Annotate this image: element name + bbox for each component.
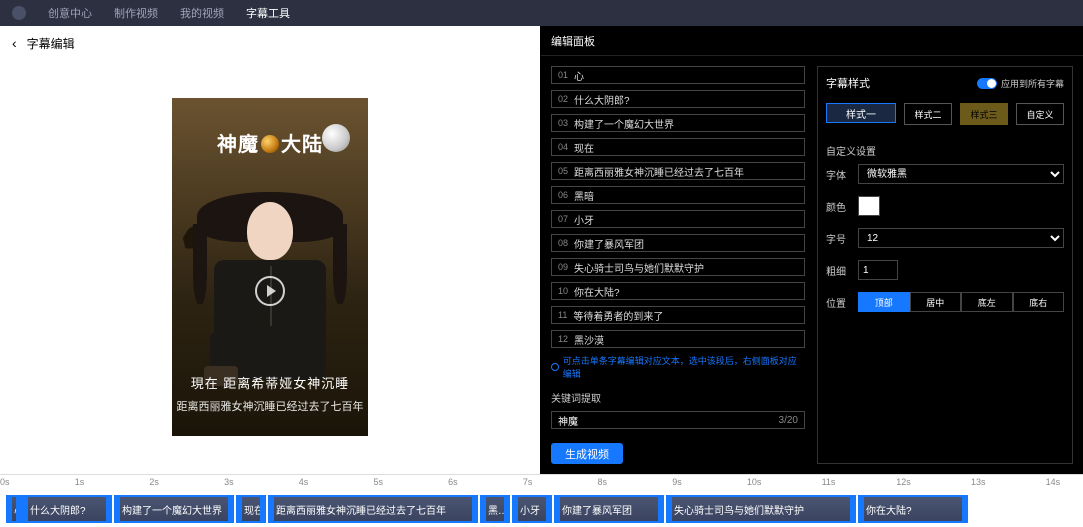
subtitle-line-5[interactable]: 06黑暗 xyxy=(551,186,805,204)
edit-panel-title: 编辑面板 xyxy=(541,26,1083,56)
keyword-input[interactable]: 神魔3/20 xyxy=(551,411,805,429)
style-panel: 字幕样式 应用到所有字幕 样式一 样式二 样式三 自定义 自定义设置 字体微软雅… xyxy=(817,66,1073,464)
color-picker[interactable] xyxy=(858,196,880,216)
subtitle-line-9[interactable]: 10你在大陆? xyxy=(551,282,805,300)
custom-section-label: 自定义设置 xyxy=(826,143,1064,158)
ruler-tick: 11s xyxy=(822,477,836,487)
logo xyxy=(12,6,26,20)
pos-3[interactable]: 底右 xyxy=(1013,292,1065,312)
color-label: 颜色 xyxy=(826,199,852,214)
size-label: 字号 xyxy=(826,231,852,246)
timeline-ruler: 0s 1s 2s 3s 4s 5s 6s 7s 8s 9s 10s 11s 12s 13s 14s xyxy=(0,474,1083,492)
pos-2[interactable]: 底左 xyxy=(961,292,1013,312)
ruler-tick: 8s xyxy=(598,477,608,487)
ruler-tick: 5s xyxy=(373,477,383,487)
video-title: 神魔大陆 xyxy=(172,128,368,157)
subtitle-line-8[interactable]: 09失心骑士司鸟与她们默默守护 xyxy=(551,258,805,276)
position-label: 位置 xyxy=(826,295,852,310)
subtitle-line-0[interactable]: 01心 xyxy=(551,66,805,84)
subtitle-line-6[interactable]: 07小牙 xyxy=(551,210,805,228)
timeline-clip-0[interactable]: 心 xyxy=(6,495,22,523)
subtitle-line-1[interactable]: 02什么大阴郎? xyxy=(551,90,805,108)
nav-tab-2[interactable]: 我的视频 xyxy=(180,5,224,21)
subtitle-line-2[interactable]: 03构建了一个魔幻大世界 xyxy=(551,114,805,132)
subtitle-list: 01心 02什么大阴郎? 03构建了一个魔幻大世界 04现在 05距离西丽雅女神沉睡已经… xyxy=(551,66,805,464)
timeline-clip-4[interactable]: 距离西丽雅女神沉睡已经过去了七百年 xyxy=(268,495,478,523)
timeline-clip-2[interactable]: 构建了一个魔幻大世界 xyxy=(114,495,234,523)
ruler-tick: 1s xyxy=(75,477,85,487)
style-option-1[interactable]: 样式二 xyxy=(904,103,952,125)
stroke-label: 粗细 xyxy=(826,263,852,278)
timeline-clip-6[interactable]: 小牙 xyxy=(512,495,552,523)
timeline-clip-3[interactable]: 现在 xyxy=(236,495,266,523)
font-select[interactable]: 微软雅黑 xyxy=(858,164,1064,184)
subtitle-line-11[interactable]: 12黑沙漠 xyxy=(551,330,805,348)
page-title: 字幕编辑 xyxy=(27,35,75,52)
timeline-clip-8[interactable]: 失心骑士司鸟与她们默默守护 xyxy=(666,495,856,523)
style-option-3[interactable]: 自定义 xyxy=(1016,103,1064,125)
subtitle-hint: 可点击单条字幕编辑对应文本，选中该段后，右侧面板对应编辑 xyxy=(551,354,805,380)
timeline-clips: 心什么大阴郎?构建了一个魔幻大世界现在距离西丽雅女神沉睡已经过去了七百年黑…小牙… xyxy=(0,495,1083,523)
back-icon[interactable]: ‹ xyxy=(12,35,17,51)
ruler-tick: 10s xyxy=(747,477,762,487)
video-preview: 神魔大陆 現在 距离希蒂娅女神沉睡 距离西丽雅女神沉睡已经过去了七百年 xyxy=(172,98,368,436)
subtitle-line-7[interactable]: 08你建了暴风军团 xyxy=(551,234,805,252)
ruler-tick: 6s xyxy=(448,477,458,487)
ruler-tick: 0s xyxy=(0,477,10,487)
style-option-2[interactable]: 样式三 xyxy=(960,103,1008,125)
nav-tab-1[interactable]: 制作视频 xyxy=(114,5,158,21)
position-group: 顶部 居中 底左 底右 xyxy=(858,292,1064,312)
timeline: 0s 1s 2s 3s 4s 5s 6s 7s 8s 9s 10s 11s 12s 13s 14s 心什么大… xyxy=(0,474,1083,527)
style-option-0[interactable]: 样式一 xyxy=(826,103,896,123)
apply-all-toggle[interactable]: 应用到所有字幕 xyxy=(977,77,1064,90)
ruler-tick: 3s xyxy=(224,477,234,487)
ruler-tick: 4s xyxy=(299,477,309,487)
font-label: 字体 xyxy=(826,167,852,182)
nav-tab-0[interactable]: 创意中心 xyxy=(48,5,92,21)
ruler-tick: 13s xyxy=(971,477,986,487)
ruler-tick: 7s xyxy=(523,477,533,487)
style-panel-title: 字幕样式 xyxy=(826,75,870,91)
timeline-clip-1[interactable]: 什么大阴郎? xyxy=(22,495,112,523)
orb-icon xyxy=(261,135,279,153)
ruler-tick: 12s xyxy=(896,477,911,487)
size-select[interactable]: 12 xyxy=(858,228,1064,248)
subtitle-line-3[interactable]: 04现在 xyxy=(551,138,805,156)
ruler-tick: 2s xyxy=(149,477,159,487)
pos-1[interactable]: 居中 xyxy=(910,292,962,312)
top-nav: 创意中心 制作视频 我的视频 字幕工具 xyxy=(0,0,1083,26)
pos-0[interactable]: 顶部 xyxy=(858,292,910,312)
edit-panel: 编辑面板 01心 02什么大阴郎? 03构建了一个魔幻大世界 04现在 05距离西丽雅女… xyxy=(540,26,1083,474)
nav-tab-3[interactable]: 字幕工具 xyxy=(246,5,290,21)
ruler-tick: 9s xyxy=(672,477,682,487)
timeline-clip-9[interactable]: 你在大陆? xyxy=(858,495,968,523)
generate-button[interactable]: 生成视频 xyxy=(551,443,623,464)
preview-caption-sub: 距离西丽雅女神沉睡已经过去了七百年 xyxy=(172,398,368,414)
ruler-tick: 14s xyxy=(1046,477,1061,487)
preview-caption-main: 現在 距离希蒂娅女神沉睡 xyxy=(172,373,368,392)
subtitle-line-10[interactable]: 11等待着勇者的到来了 xyxy=(551,306,805,324)
play-button[interactable] xyxy=(255,276,285,306)
preview-pane: ‹ 字幕编辑 神魔大陆 現在 距离希蒂娅女神沉睡 距离西丽雅女神沉睡已经过去了七… xyxy=(0,26,540,474)
timeline-clip-5[interactable]: 黑… xyxy=(480,495,510,523)
stroke-input[interactable] xyxy=(858,260,898,280)
subtitle-line-4[interactable]: 05距离西丽雅女神沉睡已经过去了七百年 xyxy=(551,162,805,180)
keyword-label: 关键词提取 xyxy=(551,390,805,405)
timeline-clip-7[interactable]: 你建了暴风军团 xyxy=(554,495,664,523)
